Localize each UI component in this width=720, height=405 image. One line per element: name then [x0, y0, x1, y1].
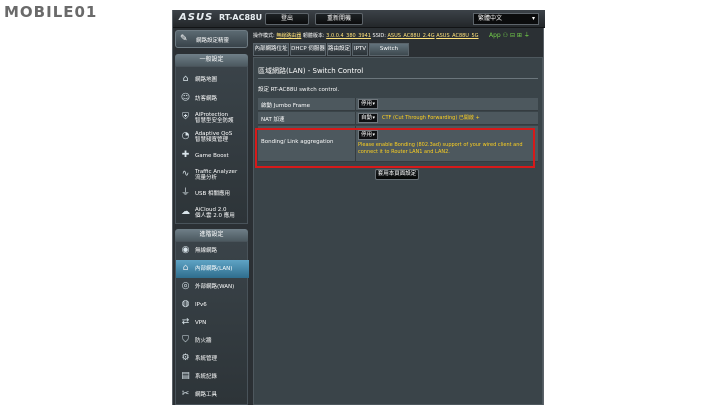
sidebar-item-network-map[interactable]: ⌂ 網路地圖 [176, 71, 249, 89]
jumbo-frame-select[interactable]: 停用 ▾ [358, 99, 378, 109]
ssid-24g-link[interactable]: ASUS_AC88U_2.4G [387, 33, 434, 39]
aiprotection-label: AiProtection 智慧型安全防護 [195, 112, 234, 124]
internet-status-icon[interactable]: ⊞ [517, 32, 522, 39]
network-tools-icon: ✂ [181, 389, 190, 399]
adaptive-qos-icon: ◔ [181, 131, 190, 141]
sidebar-item-aicloud[interactable]: ☁ AiCloud 2.0 個人雲 2.0 應用 [176, 204, 249, 222]
tab-lan-ip[interactable]: 內部網路位址 [253, 43, 289, 56]
administration-icon: ⚙ [181, 353, 190, 363]
sidebar-item-game-boost[interactable]: ✚ Game Boost [176, 147, 249, 165]
apply-button[interactable]: 套用本頁面設定 [375, 169, 419, 180]
status-icons: App ⚇ ⊟ ⊞ ⏚ [489, 31, 543, 41]
sidebar-item-aiprotection[interactable]: ⛨ AiProtection 智慧型安全防護 [176, 109, 249, 127]
table-row-nat-acceleration: NAT 加速 自動 ▾ CTF (Cut Through Forwarding)… [258, 112, 538, 125]
quick-internet-setup-button[interactable]: ✎ 網路設定精靈 [175, 30, 248, 48]
network-map-icon: ⌂ [182, 74, 189, 84]
mobile01-watermark-logo: MOBILE01 [4, 3, 98, 21]
general-menu: ⌂ 網路地圖 ☺ 訪客網路 ⛨ AiProtection 智慧型安全防護 ◔ Ad… [175, 66, 248, 224]
tab-switch-control[interactable]: Switch Control [369, 43, 409, 63]
guest-network-icon: ☺ [180, 93, 191, 103]
tab-iptv[interactable]: IPTV [352, 43, 368, 56]
sidebar-item-adaptive-qos[interactable]: ◔ Adaptive QoS 智慧頻寬管理 [176, 128, 249, 146]
system-log-icon: ▤ [181, 371, 190, 381]
tab-dhcp-server[interactable]: DHCP 伺服器 [290, 43, 326, 56]
bonding-highlight-box [255, 128, 535, 168]
sidebar-item-firewall[interactable]: ⛉ 防火牆 [176, 332, 249, 350]
adaptive-qos-label: Adaptive QoS 智慧頻寬管理 [195, 131, 233, 143]
sidebar-item-administration[interactable]: ⚙ 系統管理 [176, 350, 249, 368]
traffic-analyzer-label: Traffic Analyzer 流量分析 [195, 169, 238, 181]
logout-button[interactable]: 登出 [265, 13, 309, 25]
operation-mode-link[interactable]: 無線路由器 [276, 33, 301, 39]
traffic-analyzer-icon: ∿ [181, 169, 190, 179]
chevron-down-icon: ▾ [372, 101, 375, 107]
sidebar-item-guest-network[interactable]: ☺ 訪客網路 [176, 90, 249, 108]
sidebar-item-wan[interactable]: ◎ 外部網路(WAN) [176, 278, 249, 296]
firmware-version-link[interactable]: 3.0.0.4_380_3941 [326, 33, 371, 39]
reboot-button[interactable]: 重新開機 [315, 13, 363, 25]
sidebar-item-usb-application[interactable]: ⏚ USB 相關應用 [176, 185, 249, 203]
firewall-icon: ⛉ [182, 335, 189, 345]
game-boost-icon: ✚ [181, 150, 190, 160]
wand-icon: ✎ [180, 34, 188, 44]
ssid-5g-link[interactable]: ASUS_AC88U_5G [436, 33, 478, 39]
nat-acceleration-select[interactable]: 自動 ▾ [358, 113, 378, 123]
vpn-icon: ⇄ [181, 317, 190, 327]
language-select[interactable]: 繁體中文 ▾ [473, 13, 539, 25]
wan-icon: ◎ [181, 281, 190, 291]
sidebar-item-vpn[interactable]: ⇄ VPN [176, 314, 249, 332]
page-description: 設定 RT-AC88U switch control. [258, 87, 340, 93]
ipv6-icon: ◍ [181, 299, 190, 309]
ctf-status-note: CTF (Cut Through Forwarding) 已開啟 + [382, 115, 480, 121]
title-divider [258, 78, 538, 79]
lan-icon: ⌂ [182, 263, 189, 273]
app-link[interactable]: App [489, 32, 501, 39]
switch-control-panel: 區域網路(LAN) - Switch Control 設定 RT-AC88U s… [253, 57, 543, 405]
top-banner: ASUS RT-AC88U 登出 重新開機 繁體中文 ▾ [173, 10, 545, 28]
usb-icon: ⏚ [180, 188, 190, 198]
model-name: RT-AC88U [219, 13, 263, 22]
lock-icon[interactable]: ⊟ [510, 32, 515, 39]
sidebar-item-system-log[interactable]: ▤ 系統記錄 [176, 368, 249, 386]
chevron-down-icon: ▾ [372, 115, 375, 121]
people-icon[interactable]: ⚇ [503, 32, 508, 39]
usb-status-icon[interactable]: ⏚ [524, 32, 530, 39]
wireless-icon: ◉ [181, 245, 190, 255]
chevron-down-icon: ▾ [531, 15, 535, 22]
sidebar-item-wireless[interactable]: ◉ 無線網路 [176, 242, 249, 260]
asus-logo: ASUS [179, 12, 214, 23]
sidebar-item-traffic-analyzer[interactable]: ∿ Traffic Analyzer 流量分析 [176, 166, 249, 184]
sidebar-item-lan[interactable]: ⌂ 內部網路(LAN) [176, 260, 249, 278]
router-admin-frame: ASUS RT-AC88U 登出 重新開機 繁體中文 ▾ ✎ 網路設定精靈 一般… [172, 10, 545, 405]
tab-route[interactable]: 路由設定 [327, 43, 351, 56]
table-row-jumbo-frame: 啟動 Jumbo Frame 停用 ▾ [258, 98, 538, 111]
sidebar-item-network-tools[interactable]: ✂ 網路工具 [176, 386, 249, 404]
sidebar-item-ipv6[interactable]: ◍ IPv6 [176, 296, 249, 314]
advanced-section-title: 進階設定 [175, 229, 248, 241]
aicloud-icon: ☁ [181, 207, 190, 217]
advanced-menu: ◉ 無線網路 ⌂ 內部網路(LAN) ◎ 外部網路(WAN) ◍ IPv6 ⇄ … [175, 241, 249, 405]
page-title: 區域網路(LAN) - Switch Control [258, 67, 364, 75]
aiprotection-icon: ⛨ [182, 112, 189, 122]
aicloud-label: AiCloud 2.0 個人雲 2.0 應用 [195, 207, 235, 219]
general-section-title: 一般設定 [175, 54, 248, 66]
